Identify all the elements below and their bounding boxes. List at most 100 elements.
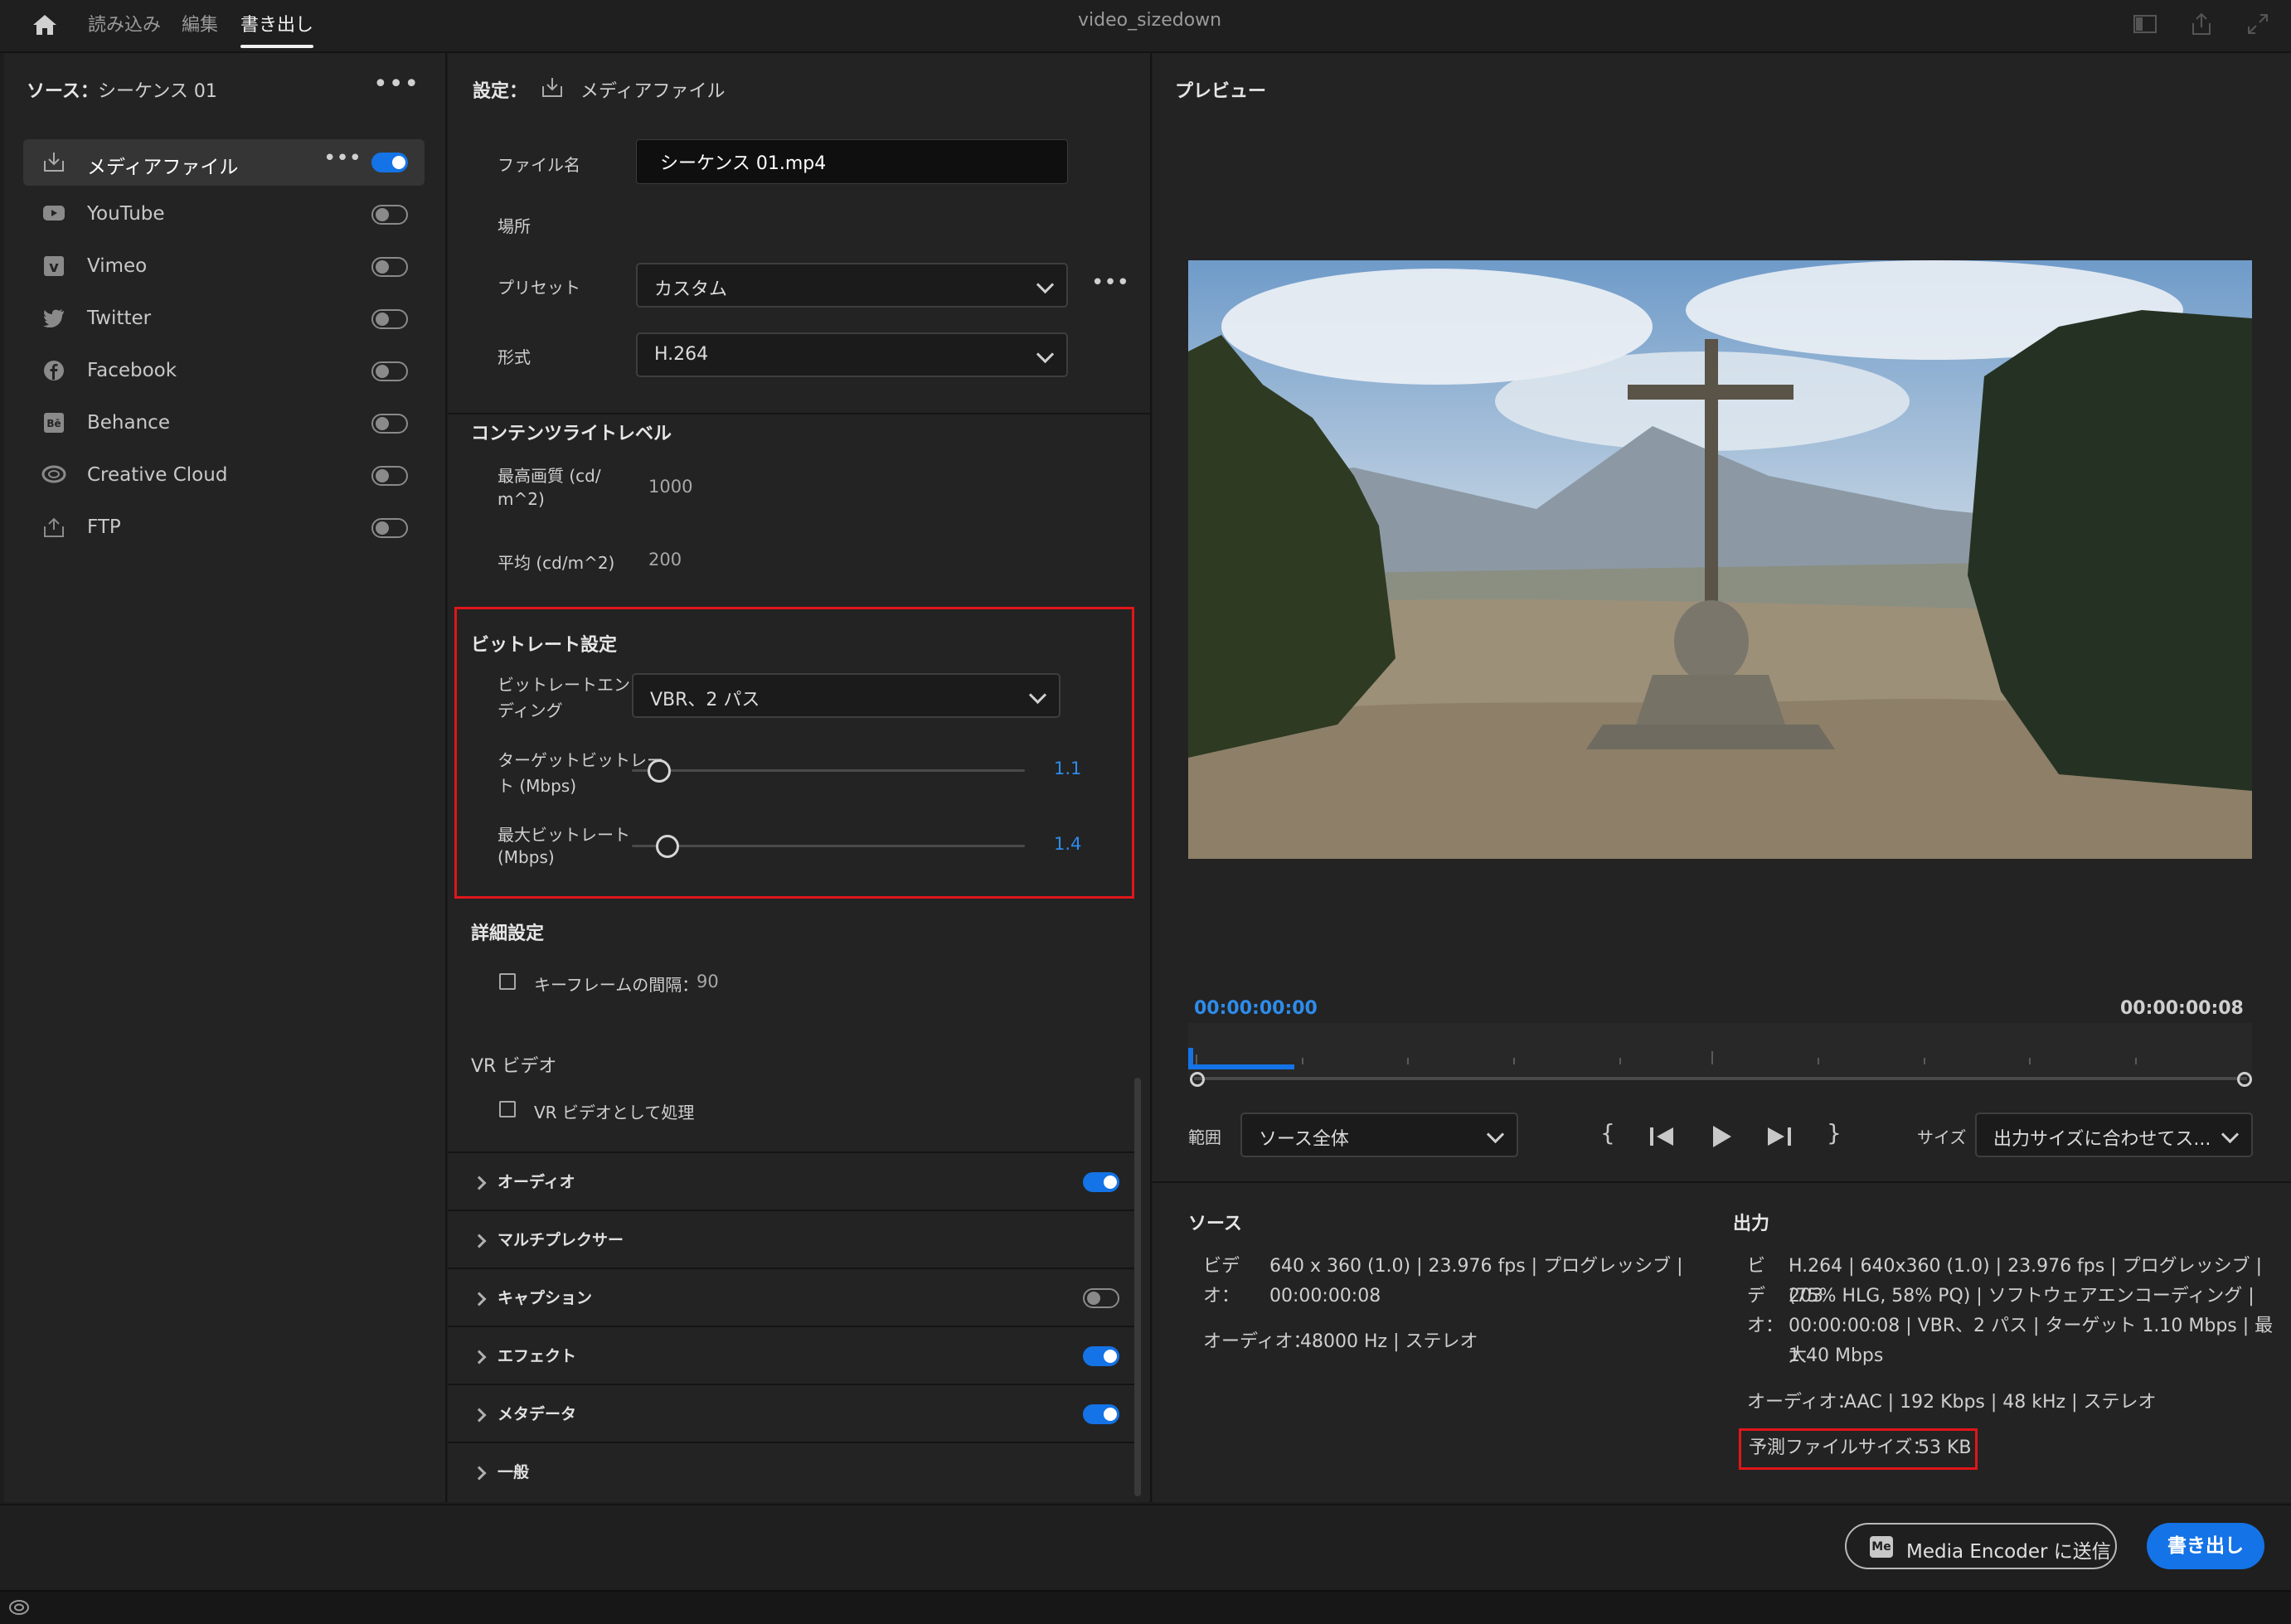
facebook-toggle[interactable]	[371, 361, 408, 381]
vr-process-label: VR ビデオとして処理	[534, 1103, 695, 1122]
advanced-title: 詳細設定	[471, 923, 545, 944]
max-bitrate-slider-thumb[interactable]	[656, 835, 679, 858]
more-icon[interactable]: •••	[323, 146, 362, 171]
captions-toggle[interactable]	[1083, 1288, 1119, 1308]
source-sequence: シーケンス 01	[98, 81, 217, 102]
home-icon[interactable]	[32, 13, 58, 36]
content-light-title: コンテンツライトレベル	[471, 424, 672, 444]
max-bitrate-value[interactable]: 1.4	[1054, 834, 1081, 854]
in-point-handle[interactable]	[1190, 1072, 1205, 1087]
destination-ftp[interactable]: FTP	[23, 505, 425, 551]
section-label: メタデータ	[498, 1405, 577, 1423]
settings-target: メディアファイル	[580, 81, 726, 102]
mark-out-icon[interactable]: }	[1827, 1119, 1842, 1146]
creative-cloud-icon[interactable]	[8, 1598, 30, 1620]
work-area-bar[interactable]	[1194, 1077, 2247, 1080]
preset-dropdown[interactable]: カスタム	[636, 263, 1068, 308]
tab-edit[interactable]: 編集	[182, 10, 218, 36]
output-video-info-line2: (75% HLG, 58% PQ) | ソフトウェアエンコーディング |	[1789, 1286, 2255, 1306]
behance-toggle[interactable]	[371, 414, 408, 434]
source-video-duration: 00:00:00:08	[1269, 1286, 1381, 1306]
chevron-right-icon	[472, 1350, 487, 1365]
tab-export[interactable]: 書き出し	[240, 10, 313, 36]
keyframe-value[interactable]: 90	[697, 972, 719, 991]
destination-label: メディアファイル	[87, 157, 239, 178]
max-cll-value[interactable]: 1000	[648, 477, 692, 497]
section-effects[interactable]: エフェクト	[448, 1326, 1138, 1385]
range-value: ソース全体	[1259, 1129, 1349, 1150]
max-bitrate-track[interactable]	[632, 845, 1025, 847]
size-dropdown[interactable]: 出力サイズに合わせてス...	[1975, 1113, 2253, 1157]
output-audio-label: オーディオ：	[1747, 1392, 1856, 1413]
timeline-ruler[interactable]	[1188, 1023, 2252, 1076]
chevron-down-icon	[1036, 275, 1055, 294]
source-more-icon[interactable]: •••	[373, 70, 420, 99]
source-label: ソース：	[27, 81, 99, 102]
panel-layout-icon[interactable]	[2133, 13, 2158, 35]
document-title: video_sizedown	[1078, 10, 1222, 31]
target-bitrate-label-line2: ト (Mbps)	[498, 776, 577, 796]
section-audio[interactable]: オーディオ	[448, 1151, 1138, 1211]
section-metadata[interactable]: メタデータ	[448, 1384, 1138, 1443]
media-encoder-icon: Me	[1870, 1536, 1893, 1558]
size-label: サイズ	[1917, 1127, 1967, 1147]
upload-icon	[41, 516, 66, 540]
share-icon[interactable]	[2189, 12, 2214, 36]
section-captions[interactable]: キャプション	[448, 1268, 1138, 1327]
media-file-toggle[interactable]	[371, 153, 408, 172]
tab-import[interactable]: 読み込み	[88, 10, 161, 36]
fullscreen-icon[interactable]	[2245, 12, 2270, 36]
avg-cll-value[interactable]: 200	[648, 550, 682, 570]
vr-checkbox[interactable]	[499, 1101, 516, 1117]
destination-behance[interactable]: Bē Behance	[23, 400, 425, 447]
estimated-size-value: 53 KB	[1918, 1437, 1972, 1458]
source-audio-info: 48000 Hz | ステレオ	[1300, 1331, 1478, 1352]
preview-title: プレビュー	[1175, 81, 1267, 102]
format-dropdown[interactable]: H.264	[636, 332, 1068, 377]
destination-twitter[interactable]: Twitter	[23, 296, 425, 342]
timecode-current[interactable]: 00:00:00:00	[1194, 998, 1318, 1019]
output-video-label: ビ	[1747, 1256, 1766, 1277]
preset-more-icon[interactable]: •••	[1091, 270, 1129, 295]
filename-input[interactable]: シーケンス 01.mp4	[636, 139, 1068, 184]
twitter-toggle[interactable]	[371, 309, 408, 329]
send-to-media-encoder-label: Media Encoder に送信	[1906, 1541, 2111, 1563]
export-button[interactable]: 書き出し	[2147, 1523, 2264, 1569]
output-video-info-line4: 1.40 Mbps	[1789, 1345, 1884, 1366]
effects-toggle[interactable]	[1083, 1346, 1119, 1366]
range-dropdown[interactable]: ソース全体	[1240, 1113, 1518, 1157]
out-point-handle[interactable]	[2237, 1072, 2252, 1087]
send-to-media-encoder-button[interactable]: Me Media Encoder に送信	[1845, 1523, 2117, 1569]
preset-value: カスタム	[654, 279, 728, 300]
destination-vimeo[interactable]: v Vimeo	[23, 244, 425, 290]
target-bitrate-value[interactable]: 1.1	[1054, 759, 1081, 778]
metadata-toggle[interactable]	[1083, 1404, 1119, 1424]
audio-toggle[interactable]	[1083, 1172, 1119, 1192]
section-multiplexer[interactable]: マルチプレクサー	[448, 1210, 1138, 1269]
youtube-toggle[interactable]	[371, 205, 408, 225]
destination-youtube[interactable]: YouTube	[23, 191, 425, 238]
keyframe-label: キーフレームの間隔：	[534, 975, 699, 995]
destination-creative-cloud[interactable]: Creative Cloud	[23, 453, 425, 499]
mark-in-icon[interactable]: {	[1600, 1119, 1615, 1146]
source-video-label-line2: オ：	[1203, 1286, 1240, 1306]
preset-label: プリセット	[498, 278, 580, 298]
bitrate-encoding-dropdown[interactable]: VBR、2 パス	[632, 673, 1061, 718]
section-general[interactable]: 一般	[448, 1442, 1138, 1501]
chevron-right-icon	[472, 1176, 487, 1190]
keyframe-checkbox[interactable]	[499, 973, 516, 990]
vimeo-toggle[interactable]	[371, 257, 408, 277]
chevron-down-icon	[1036, 345, 1055, 364]
timecode-duration: 00:00:00:08	[2120, 998, 2244, 1019]
creative-cloud-toggle[interactable]	[371, 466, 408, 486]
step-back-icon[interactable]	[1650, 1126, 1675, 1151]
ftp-toggle[interactable]	[371, 518, 408, 538]
target-bitrate-slider-thumb[interactable]	[648, 759, 671, 783]
destination-facebook[interactable]: Facebook	[23, 348, 425, 395]
target-bitrate-track[interactable]	[632, 769, 1025, 772]
step-forward-icon[interactable]	[1766, 1126, 1791, 1151]
play-icon[interactable]	[1711, 1124, 1733, 1152]
filename-label: ファイル名	[498, 155, 580, 175]
settings-scrollbar[interactable]	[1134, 1078, 1141, 1496]
destination-media-file[interactable]: メディアファイル •••	[23, 139, 425, 186]
